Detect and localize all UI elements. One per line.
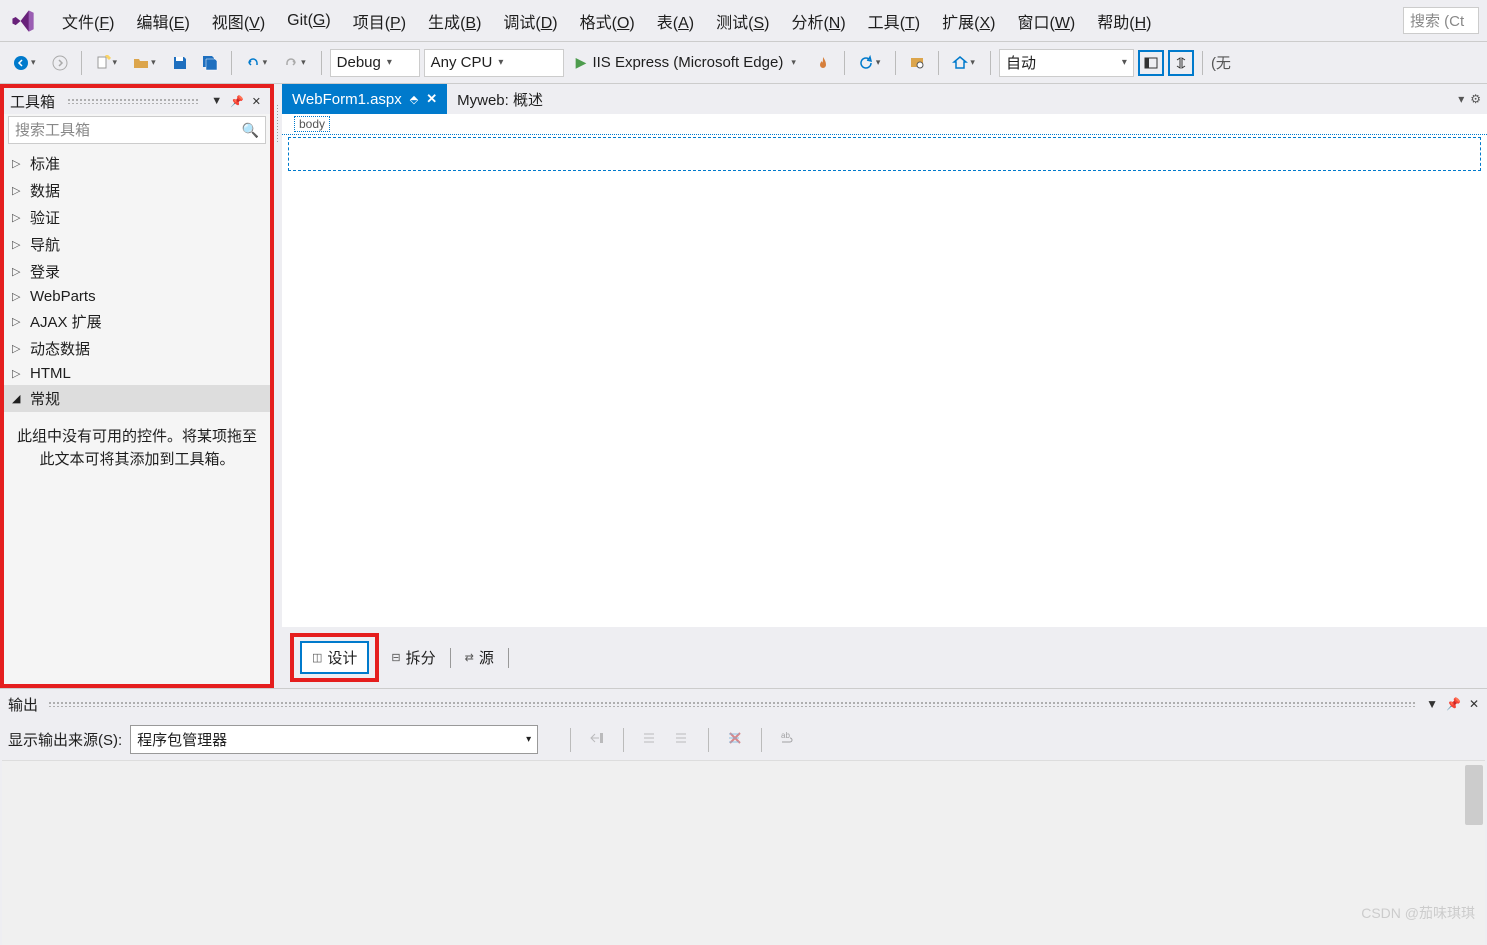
toolbox-dropdown-icon[interactable]: ▼ bbox=[208, 94, 225, 109]
menu-tools[interactable]: 工具(T) bbox=[858, 5, 930, 37]
save-button[interactable] bbox=[167, 49, 193, 77]
home-button[interactable]: ▾ bbox=[947, 49, 982, 77]
menu-git[interactable]: Git(G) bbox=[277, 8, 341, 34]
toolbar-end-label: (无 bbox=[1211, 52, 1231, 73]
breadcrumb-body[interactable]: body bbox=[294, 116, 330, 132]
view-mode-tabs: ◫设计 ⊟拆分 ⇄源 bbox=[282, 627, 1487, 688]
clear-icon[interactable] bbox=[725, 728, 745, 748]
output-pin-icon[interactable]: 📌 bbox=[1446, 697, 1461, 711]
global-search-input[interactable]: 搜索 (Ct bbox=[1403, 7, 1479, 34]
toggle-button-2[interactable] bbox=[1168, 50, 1194, 76]
output-source-dropdown[interactable]: 程序包管理器▾ bbox=[130, 725, 538, 754]
menu-help[interactable]: 帮助(H) bbox=[1087, 5, 1161, 37]
svg-text:ab: ab bbox=[781, 731, 790, 740]
toggle-button-1[interactable] bbox=[1138, 50, 1164, 76]
new-file-button[interactable]: ▾ bbox=[90, 49, 125, 77]
tree-category-dynamic[interactable]: ▷动态数据 bbox=[4, 335, 270, 362]
pin-icon[interactable]: ⬘ bbox=[410, 93, 418, 106]
output-icon-3[interactable] bbox=[672, 728, 692, 748]
main-toolbar: ▾ ▾ ▾ ▾ ▾ Debug▾ Any CPU▾ ▶IIS Express (… bbox=[0, 42, 1487, 84]
tab-myweb[interactable]: Myweb: 概述 bbox=[447, 84, 553, 114]
menu-table[interactable]: 表(A) bbox=[647, 5, 704, 37]
output-panel: 输出 ▼ 📌 ✕ 显示输出来源(S): 程序包管理器▾ ab bbox=[0, 688, 1487, 945]
menu-project[interactable]: 项目(P) bbox=[343, 5, 416, 37]
config-dropdown[interactable]: Debug▾ bbox=[330, 49, 420, 77]
output-title: 输出 bbox=[8, 694, 38, 715]
editor-area: WebForm1.aspx ⬘ ✕ Myweb: 概述 ▾ ⚙ body ◫设计… bbox=[282, 84, 1487, 688]
tree-category-navigation[interactable]: ▷导航 bbox=[4, 231, 270, 258]
view-source-button[interactable]: ⇄源 bbox=[455, 643, 504, 672]
watermark: CSDN @茄味琪琪 bbox=[1361, 903, 1475, 923]
redo-button[interactable]: ▾ bbox=[278, 49, 313, 77]
tabs-gear-icon[interactable]: ⚙ bbox=[1470, 92, 1481, 106]
nav-forward-button[interactable] bbox=[47, 49, 73, 77]
view-split-button[interactable]: ⊟拆分 bbox=[381, 643, 445, 672]
scrollbar-thumb[interactable] bbox=[1465, 765, 1483, 825]
toolbox-pin-icon[interactable]: 📌 bbox=[227, 94, 247, 109]
nav-back-button[interactable]: ▾ bbox=[8, 49, 43, 77]
toolbox-close-icon[interactable]: ✕ bbox=[249, 94, 264, 109]
tabs-dropdown-icon[interactable]: ▾ bbox=[1458, 92, 1464, 106]
toolbox-header: 工具箱 ▼ 📌 ✕ bbox=[4, 88, 270, 114]
tree-category-login[interactable]: ▷登录 bbox=[4, 258, 270, 285]
refresh-button[interactable]: ▾ bbox=[853, 49, 888, 77]
selection-outline bbox=[288, 137, 1481, 171]
undo-button[interactable]: ▾ bbox=[240, 49, 275, 77]
open-file-button[interactable]: ▾ bbox=[128, 49, 163, 77]
tree-category-general[interactable]: ◢常规 bbox=[4, 385, 270, 412]
browse-button[interactable] bbox=[904, 49, 930, 77]
toolbox-title: 工具箱 bbox=[10, 91, 55, 112]
platform-dropdown[interactable]: Any CPU▾ bbox=[424, 49, 564, 77]
view-design-button[interactable]: ◫设计 bbox=[300, 641, 369, 674]
menu-extensions[interactable]: 扩展(X) bbox=[932, 5, 1005, 37]
toolbox-search-input[interactable] bbox=[15, 122, 242, 139]
output-close-icon[interactable]: ✕ bbox=[1469, 697, 1479, 711]
menu-analyze[interactable]: 分析(N) bbox=[781, 5, 855, 37]
output-dropdown-icon[interactable]: ▼ bbox=[1426, 697, 1438, 711]
menu-file[interactable]: 文件(F) bbox=[52, 5, 124, 37]
output-header: 输出 ▼ 📌 ✕ bbox=[0, 689, 1487, 719]
output-icon-1[interactable] bbox=[587, 728, 607, 748]
menu-edit[interactable]: 编辑(E) bbox=[126, 5, 199, 37]
tree-category-html[interactable]: ▷HTML bbox=[4, 362, 270, 385]
output-content[interactable] bbox=[2, 760, 1485, 945]
menu-test[interactable]: 测试(S) bbox=[706, 5, 779, 37]
menu-bar: 文件(F) 编辑(E) 视图(V) Git(G) 项目(P) 生成(B) 调试(… bbox=[0, 0, 1487, 42]
hot-reload-button[interactable] bbox=[810, 49, 836, 77]
editor-tabs: WebForm1.aspx ⬘ ✕ Myweb: 概述 ▾ ⚙ bbox=[282, 84, 1487, 114]
tree-category-ajax[interactable]: ▷AJAX 扩展 bbox=[4, 308, 270, 335]
toolbox-tree: ▷标准 ▷数据 ▷验证 ▷导航 ▷登录 ▷WebParts ▷AJAX 扩展 ▷… bbox=[4, 146, 270, 416]
tree-category-standard[interactable]: ▷标准 bbox=[4, 150, 270, 177]
vertical-splitter[interactable] bbox=[274, 84, 282, 688]
tree-category-data[interactable]: ▷数据 bbox=[4, 177, 270, 204]
toolbox-search[interactable]: 🔍 bbox=[8, 116, 266, 144]
close-icon[interactable]: ✕ bbox=[426, 91, 437, 107]
design-surface[interactable] bbox=[282, 135, 1487, 627]
menu-view[interactable]: 视图(V) bbox=[202, 5, 275, 37]
menu-window[interactable]: 窗口(W) bbox=[1007, 5, 1085, 37]
tab-webform1[interactable]: WebForm1.aspx ⬘ ✕ bbox=[282, 84, 447, 114]
auto-dropdown[interactable]: 自动▾ bbox=[999, 49, 1134, 77]
output-toolbar: 显示输出来源(S): 程序包管理器▾ ab bbox=[0, 719, 1487, 760]
output-icon-2[interactable] bbox=[640, 728, 660, 748]
toolbox-empty-message: 此组中没有可用的控件。将某项拖至此文本可将其添加到工具箱。 bbox=[4, 416, 270, 481]
save-all-button[interactable] bbox=[197, 49, 223, 77]
search-icon[interactable]: 🔍 bbox=[242, 122, 259, 139]
menu-format[interactable]: 格式(O) bbox=[570, 5, 645, 37]
menu-build[interactable]: 生成(B) bbox=[418, 5, 491, 37]
tree-category-webparts[interactable]: ▷WebParts bbox=[4, 285, 270, 308]
breadcrumb: body bbox=[282, 114, 1487, 135]
run-button[interactable]: ▶IIS Express (Microsoft Edge)▾ bbox=[568, 49, 806, 77]
tree-category-validation[interactable]: ▷验证 bbox=[4, 204, 270, 231]
menu-debug[interactable]: 调试(D) bbox=[493, 5, 567, 37]
vs-logo-icon bbox=[8, 6, 38, 36]
output-source-label: 显示输出来源(S): bbox=[8, 729, 122, 750]
toolbox-panel: 工具箱 ▼ 📌 ✕ 🔍 ▷标准 ▷数据 ▷验证 ▷导航 ▷登录 ▷WebPart… bbox=[0, 84, 274, 688]
word-wrap-icon[interactable]: ab bbox=[778, 728, 798, 748]
